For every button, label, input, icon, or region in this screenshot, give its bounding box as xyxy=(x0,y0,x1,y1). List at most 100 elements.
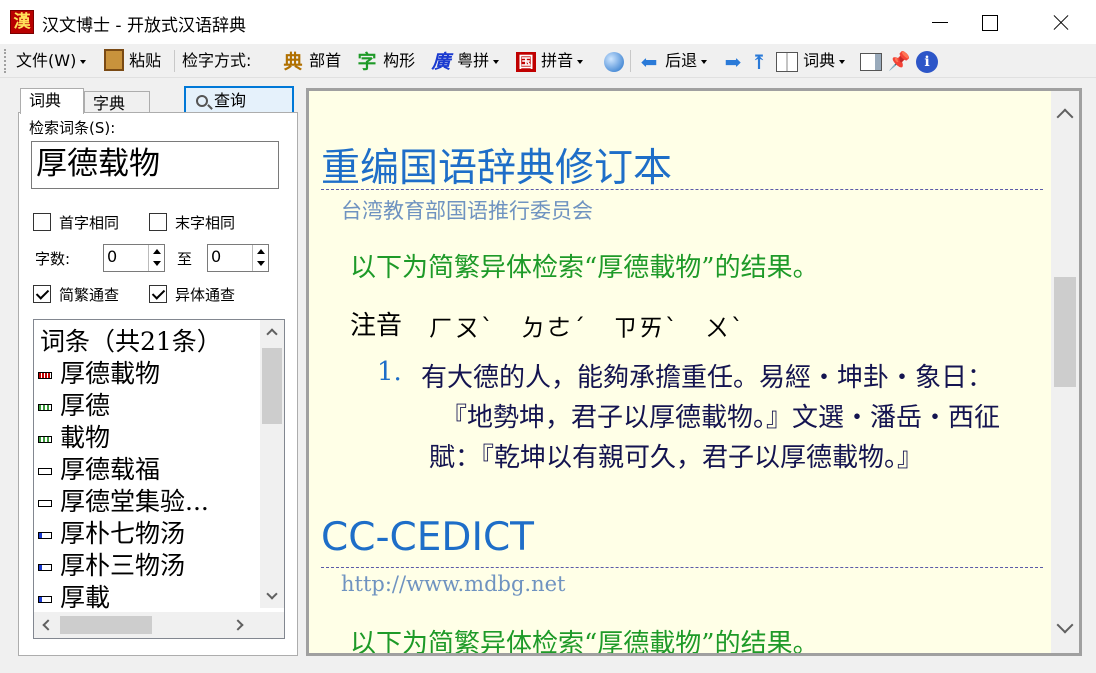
list-horizontal-scrollbar[interactable] xyxy=(34,612,284,638)
dictionary-label: 词典 xyxy=(803,51,836,70)
count-to-stepper[interactable]: 0 xyxy=(207,244,269,272)
search-icon xyxy=(196,95,208,107)
list-item[interactable]: 厚德載物 xyxy=(38,358,160,390)
dictionary-menu[interactable]: 词典 xyxy=(776,48,846,74)
spin-up-icon xyxy=(153,249,161,254)
file-menu-label: 文件(W) xyxy=(16,51,77,70)
minimize-button[interactable] xyxy=(918,0,964,44)
dictionary-marker-icon xyxy=(38,436,52,443)
toolbar-separator xyxy=(174,50,175,72)
simp-trad-checkbox[interactable] xyxy=(33,285,51,303)
last-char-checkbox[interactable] xyxy=(149,213,167,231)
dictionary-source-link[interactable]: http://www.mdbg.net xyxy=(341,572,566,596)
dictionary-marker-icon xyxy=(38,468,52,475)
pinyin-button[interactable]: 国 拼音 xyxy=(516,48,584,74)
list-item[interactable]: 厚載 xyxy=(38,582,110,614)
radical-button[interactable]: 典 部首 xyxy=(282,48,341,74)
cantonese-icon: 廣 xyxy=(431,50,451,73)
scroll-right-icon[interactable] xyxy=(232,619,244,631)
globe-button[interactable] xyxy=(604,48,624,74)
forward-button[interactable]: ➡ xyxy=(722,48,744,74)
scroll-left-icon[interactable] xyxy=(42,619,54,631)
about-button[interactable]: i xyxy=(916,48,938,74)
definition-view[interactable]: 重编国语辞典修订本 台湾教育部国语推行委员会 以下为简繁异体检索“厚德載物”的结… xyxy=(306,88,1082,656)
spin-down-icon xyxy=(153,261,161,266)
tab-character[interactable]: 字典 xyxy=(84,91,150,114)
stepper-buttons[interactable] xyxy=(252,245,268,271)
tab-dictionary[interactable]: 词典 xyxy=(20,88,84,114)
scrollbar-thumb[interactable] xyxy=(60,616,152,634)
paste-button[interactable]: 粘贴 xyxy=(104,48,161,74)
scroll-up-icon[interactable] xyxy=(1056,108,1074,126)
list-item-label: 厚德 xyxy=(60,391,111,420)
simp-trad-label: 简繁通查 xyxy=(59,286,120,304)
scroll-down-icon[interactable] xyxy=(266,588,278,600)
scroll-down-icon[interactable] xyxy=(1056,616,1074,634)
radical-icon: 典 xyxy=(283,50,303,73)
list-item[interactable]: 厚朴七物汤 xyxy=(38,518,185,550)
pin-button[interactable]: 📌 xyxy=(888,48,911,74)
scrollbar-thumb[interactable] xyxy=(1054,277,1076,387)
panel-toggle-button[interactable] xyxy=(860,48,882,74)
pin-icon: 📌 xyxy=(888,50,911,72)
dictionary-source: 台湾教育部国语推行委员会 xyxy=(341,199,593,223)
lookup-mode-label: 检字方式: xyxy=(182,51,252,70)
cantonese-label: 粤拼 xyxy=(457,51,490,70)
list-item[interactable]: 厚朴三物汤 xyxy=(38,550,185,582)
cantonese-button[interactable]: 廣 粤拼 xyxy=(430,48,500,74)
list-item-label: 厚德載物 xyxy=(60,359,161,388)
definition-line: 『地勢坤，君子以厚德載物。』文選‧潘岳‧西征 xyxy=(441,403,1001,433)
result-note: 以下为简繁异体检索“厚德載物”的结果。 xyxy=(350,629,819,653)
first-char-label: 首字相同 xyxy=(59,214,120,232)
variant-label: 异体通查 xyxy=(175,286,236,304)
structure-button[interactable]: 字 构形 xyxy=(356,48,415,74)
search-input[interactable]: 厚德载物 xyxy=(31,141,279,189)
stepper-buttons[interactable] xyxy=(148,245,164,271)
spin-up-icon xyxy=(257,249,265,254)
last-char-label: 末字相同 xyxy=(175,214,236,232)
char-count-label: 字数: xyxy=(35,250,71,268)
list-item[interactable]: 厚德堂集验... xyxy=(38,486,209,518)
result-note: 以下为简繁异体检索“厚德載物”的结果。 xyxy=(350,253,819,283)
content-vertical-scrollbar[interactable] xyxy=(1051,91,1079,653)
toolbar-separator xyxy=(630,50,631,72)
dictionary-title: 重编国语辞典修订本 xyxy=(321,146,673,191)
file-menu[interactable]: 文件(W) xyxy=(16,48,87,74)
definition-number: 1. xyxy=(377,357,402,387)
dropdown-arrow-icon xyxy=(701,59,708,64)
list-item-label: 載物 xyxy=(60,423,111,452)
dictionary-tab-panel: 检索词条(S): 厚德载物 首字相同 末字相同 字数: 0 至 0 简繁通查 异… xyxy=(18,112,298,656)
list-item-label: 厚載 xyxy=(60,583,111,612)
count-from-value: 0 xyxy=(107,247,118,266)
list-item[interactable]: 厚德载福 xyxy=(38,454,160,486)
maximize-button[interactable] xyxy=(968,0,1014,44)
definition-content: 重编国语辞典修订本 台湾教育部国语推行委员会 以下为简繁异体检索“厚德載物”的结… xyxy=(309,91,1051,653)
list-vertical-scrollbar[interactable] xyxy=(260,320,284,608)
top-button[interactable]: ⤒ xyxy=(748,48,770,74)
toolbar-grip[interactable] xyxy=(4,49,8,73)
dropdown-arrow-icon xyxy=(577,59,584,64)
paste-label: 粘贴 xyxy=(129,51,162,70)
first-char-checkbox[interactable] xyxy=(33,213,51,231)
dropdown-arrow-icon xyxy=(80,59,87,64)
structure-label: 构形 xyxy=(383,51,416,70)
count-from-stepper[interactable]: 0 xyxy=(103,244,165,272)
list-item-label: 厚朴七物汤 xyxy=(60,519,186,548)
scrollbar-thumb[interactable] xyxy=(262,348,282,424)
dictionary-title: CC-CEDICT xyxy=(321,515,534,560)
dotted-divider xyxy=(321,567,1043,568)
back-button[interactable]: ⬅ 后退 xyxy=(638,48,708,74)
close-button[interactable] xyxy=(1038,0,1084,44)
variant-checkbox[interactable] xyxy=(149,285,167,303)
scroll-up-icon[interactable] xyxy=(266,328,278,340)
entry-list[interactable]: 词条（共21条） 厚德載物 厚德 載物 厚德载福 厚德堂集验... 厚朴七物汤 … xyxy=(33,319,285,639)
dictionary-marker-icon xyxy=(38,564,52,571)
zhuyin-text: ㄏㄡˋ ㄉㄜˊ ㄗㄞˋ ㄨˋ xyxy=(429,314,745,342)
zhuyin-label: 注音 xyxy=(350,311,403,341)
to-label: 至 xyxy=(177,250,193,268)
list-item[interactable]: 厚德 xyxy=(38,390,110,422)
list-item-label: 厚德载福 xyxy=(60,455,161,484)
dropdown-arrow-icon xyxy=(493,59,500,64)
list-item[interactable]: 載物 xyxy=(38,422,110,454)
left-panel: 词典 字典 查询 检索词条(S): 厚德载物 首字相同 末字相同 字数: 0 至… xyxy=(18,84,298,656)
